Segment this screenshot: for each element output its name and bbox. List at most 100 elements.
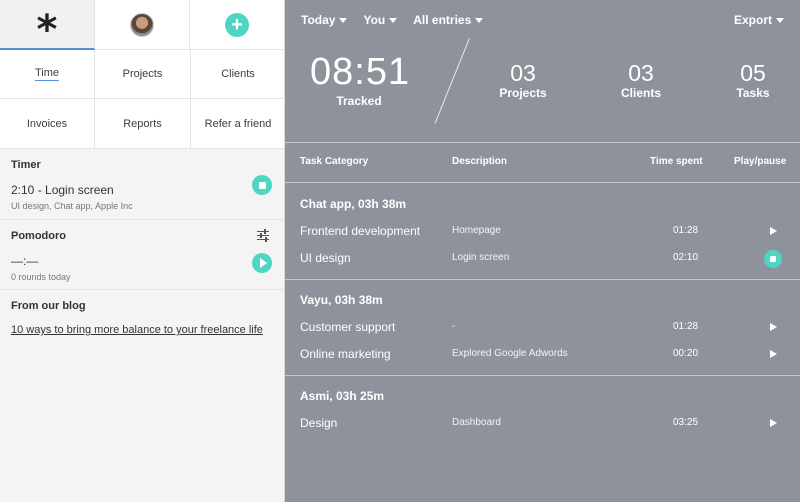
nav-invoices[interactable]: Invoices [0,99,95,148]
export-dropdown[interactable]: Export [734,13,784,27]
task-time: 00:20 [673,348,699,359]
timer-title: Timer [11,159,41,171]
main-panel: Today You All entries Export 08:51 Track… [285,0,800,502]
blog-section: From our blog 10 ways to bring more bala… [0,290,284,349]
pomodoro-section: Pomodoro —:— 0 rounds today [0,220,284,290]
user-label: You [363,13,386,27]
blog-article-link[interactable]: 10 ways to bring more balance to your fr… [11,322,273,339]
nav-refer-a-friend[interactable]: Refer a friend [191,99,285,148]
pomodoro-play-button[interactable] [252,253,272,273]
pomodoro-value: —:— [11,254,39,268]
task-name: UI design [300,251,351,265]
nav-grid: Time Projects Clients Invoices Reports R… [0,50,285,149]
task-time: 03:25 [673,417,699,428]
home-tab[interactable]: * [0,0,95,50]
asterisk-icon: * [36,7,58,53]
projects-label: Projects [499,86,547,100]
header-description: Description [452,156,508,167]
task-name: Frontend development [300,224,421,238]
nav-clients[interactable]: Clients [191,50,285,99]
timer-section: Timer 2:10 - Login screen UI design, Cha… [0,149,284,220]
clients-label: Clients [620,86,661,100]
nav-reports[interactable]: Reports [95,99,191,148]
tracked-stat: 08:51 Tracked [310,50,411,108]
pomodoro-title: Pomodoro [11,230,66,242]
nav-reports-label: Reports [123,117,162,130]
add-tab[interactable]: + [190,0,284,50]
tasks-stat: 05 Tasks [723,60,783,100]
sidebar: * + Time Projects Clients Invoices Repor… [0,0,285,502]
task-name: Customer support [300,320,396,334]
tasks-value: 05 [740,60,766,86]
group-title: Vayu, 03h 38m [300,293,383,307]
plus-icon: + [225,12,249,37]
divider [285,375,800,376]
task-time: 01:28 [673,225,699,236]
caret-down-icon [776,17,784,23]
tracked-label: Tracked [336,94,382,108]
caret-down-icon [389,17,398,23]
header-play-pause: Play/pause [734,156,787,167]
filter-bar: Today You All entries Export [301,13,784,27]
clients-value: 03 [628,60,654,86]
table-row[interactable]: Online marketing Explored Google Adwords… [285,347,800,365]
stop-button[interactable] [764,250,782,268]
blog-title: From our blog [11,300,86,312]
task-description: Explored Google Adwords [452,348,568,359]
entries-dropdown[interactable]: All entries [413,13,484,27]
nav-projects[interactable]: Projects [95,50,191,99]
task-description: Dashboard [452,417,501,428]
projects-value: 03 [510,60,536,86]
profile-tab[interactable] [95,0,190,50]
header-time-spent: Time spent [650,156,703,167]
clients-stat: 03 Clients [611,60,671,100]
entries-label: All entries [413,13,472,27]
period-dropdown[interactable]: Today [301,13,348,27]
nav-time-label: Time [34,67,60,81]
tasks-label: Tasks [736,86,770,100]
projects-stat: 03 Projects [493,60,553,100]
export-label: Export [733,13,772,27]
timer-stop-button[interactable] [252,175,272,195]
nav-refer-label: Refer a friend [204,117,272,130]
task-time: 01:28 [673,321,699,332]
caret-down-icon [475,17,484,23]
header-task-category: Task Category [300,156,369,167]
user-dropdown[interactable]: You [363,13,398,27]
timer-meta: UI design, Chat app, Apple Inc [11,201,133,211]
stats-summary: 08:51 Tracked 03 Projects 03 Clients 05 … [285,38,800,142]
play-icon[interactable] [770,323,777,331]
top-icon-bar: * + [0,0,284,50]
pomodoro-meta: 0 rounds today [11,272,71,282]
nav-clients-label: Clients [221,68,255,80]
stop-icon [770,256,776,262]
divider [285,182,800,183]
play-icon[interactable] [770,227,777,235]
timer-current: 2:10 - Login screen [11,183,114,197]
stop-icon [258,181,266,189]
tracked-value: 08:51 [310,51,411,93]
divider-slash [434,38,470,124]
table-row[interactable]: Customer support - 01:28 [285,320,800,338]
play-icon [259,258,267,268]
task-name: Design [300,416,338,430]
divider [285,279,800,280]
table-row[interactable]: Frontend development Homepage 01:28 [285,224,800,242]
nav-invoices-label: Invoices [26,117,68,130]
period-label: Today [301,13,336,27]
task-description: Homepage [452,225,501,236]
avatar [130,12,154,37]
task-description: - [452,321,456,332]
table-row[interactable]: UI design Login screen 02:10 [285,250,800,269]
divider [285,142,800,143]
caret-down-icon [339,17,348,23]
group-title: Chat app, 03h 38m [300,197,407,211]
task-description: Login screen [452,252,510,263]
settings-sliders-icon[interactable] [257,229,269,242]
table-header: Task Category Description Time spent Pla… [285,156,800,170]
play-icon[interactable] [770,419,777,427]
nav-time[interactable]: Time [0,50,95,99]
table-row[interactable]: Design Dashboard 03:25 [285,416,800,434]
group-title: Asmi, 03h 25m [300,389,385,403]
play-icon[interactable] [770,350,777,358]
